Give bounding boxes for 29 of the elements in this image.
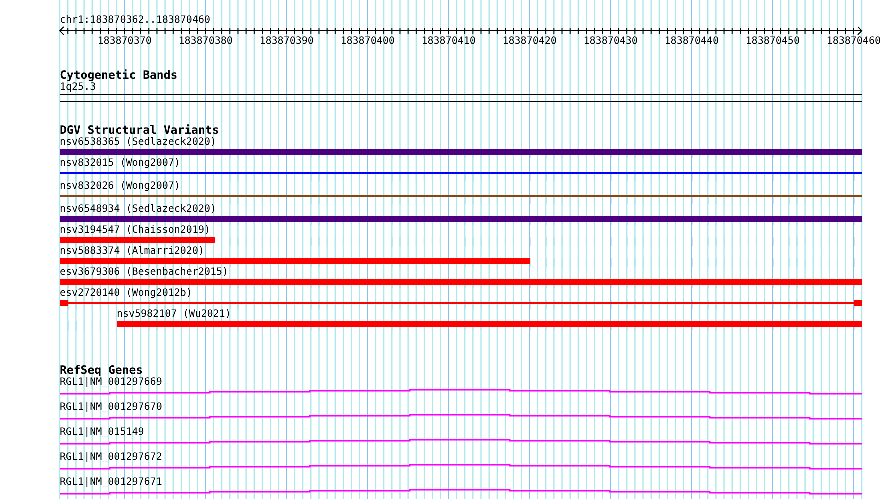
tick-label: 183870420 — [502, 36, 557, 48]
track-title: Cytogenetic Bands — [60, 69, 179, 82]
variant-label: nsv5982107 (Wu2021) — [116, 309, 232, 321]
variant-label: nsv6548934 (Sedlazeck2020) — [60, 204, 217, 216]
tick-label: 183870450 — [746, 36, 800, 48]
tick-label: 183870410 — [422, 36, 476, 48]
gene-label: RGL1|NM_015149 — [60, 427, 144, 439]
gene-label: RGL1|NM_001297670 — [60, 402, 162, 414]
variant-label: nsv3194547 (Chaisson2019) — [60, 225, 211, 237]
variant-label: esv2720140 (Wong2012b) — [60, 288, 192, 300]
track-title: RefSeq Genes — [60, 364, 144, 377]
tick-label: 183870460 — [826, 36, 881, 48]
tick-label: 183870400 — [340, 36, 395, 48]
tick-label: 183870390 — [260, 36, 314, 48]
variant-label: nsv6538365 (Sedlazeck2020) — [60, 137, 217, 149]
tick-label: 183870370 — [98, 36, 152, 48]
tick-label: 183870380 — [178, 36, 233, 48]
variant-label: nsv832015 (Wong2007) — [60, 158, 180, 170]
band-label: 1q25.3 — [60, 82, 96, 94]
tick-label: 183870430 — [584, 36, 638, 48]
track-title: DGV Structural Variants — [60, 124, 220, 137]
gene-label: RGL1|NM_001297671 — [60, 477, 162, 489]
variant-label: esv3679306 (Besenbacher2015) — [60, 267, 229, 279]
tick-label: 183870440 — [664, 36, 719, 48]
variant-label: nsv5883374 (Almarri2020) — [60, 246, 204, 258]
variant-label: nsv832026 (Wong2007) — [60, 181, 180, 193]
gene-label: RGL1|NM_001297669 — [60, 377, 162, 389]
region-label: chr1:183870362..183870460 — [60, 15, 212, 26]
gene-label: RGL1|NM_001297672 — [60, 452, 162, 464]
